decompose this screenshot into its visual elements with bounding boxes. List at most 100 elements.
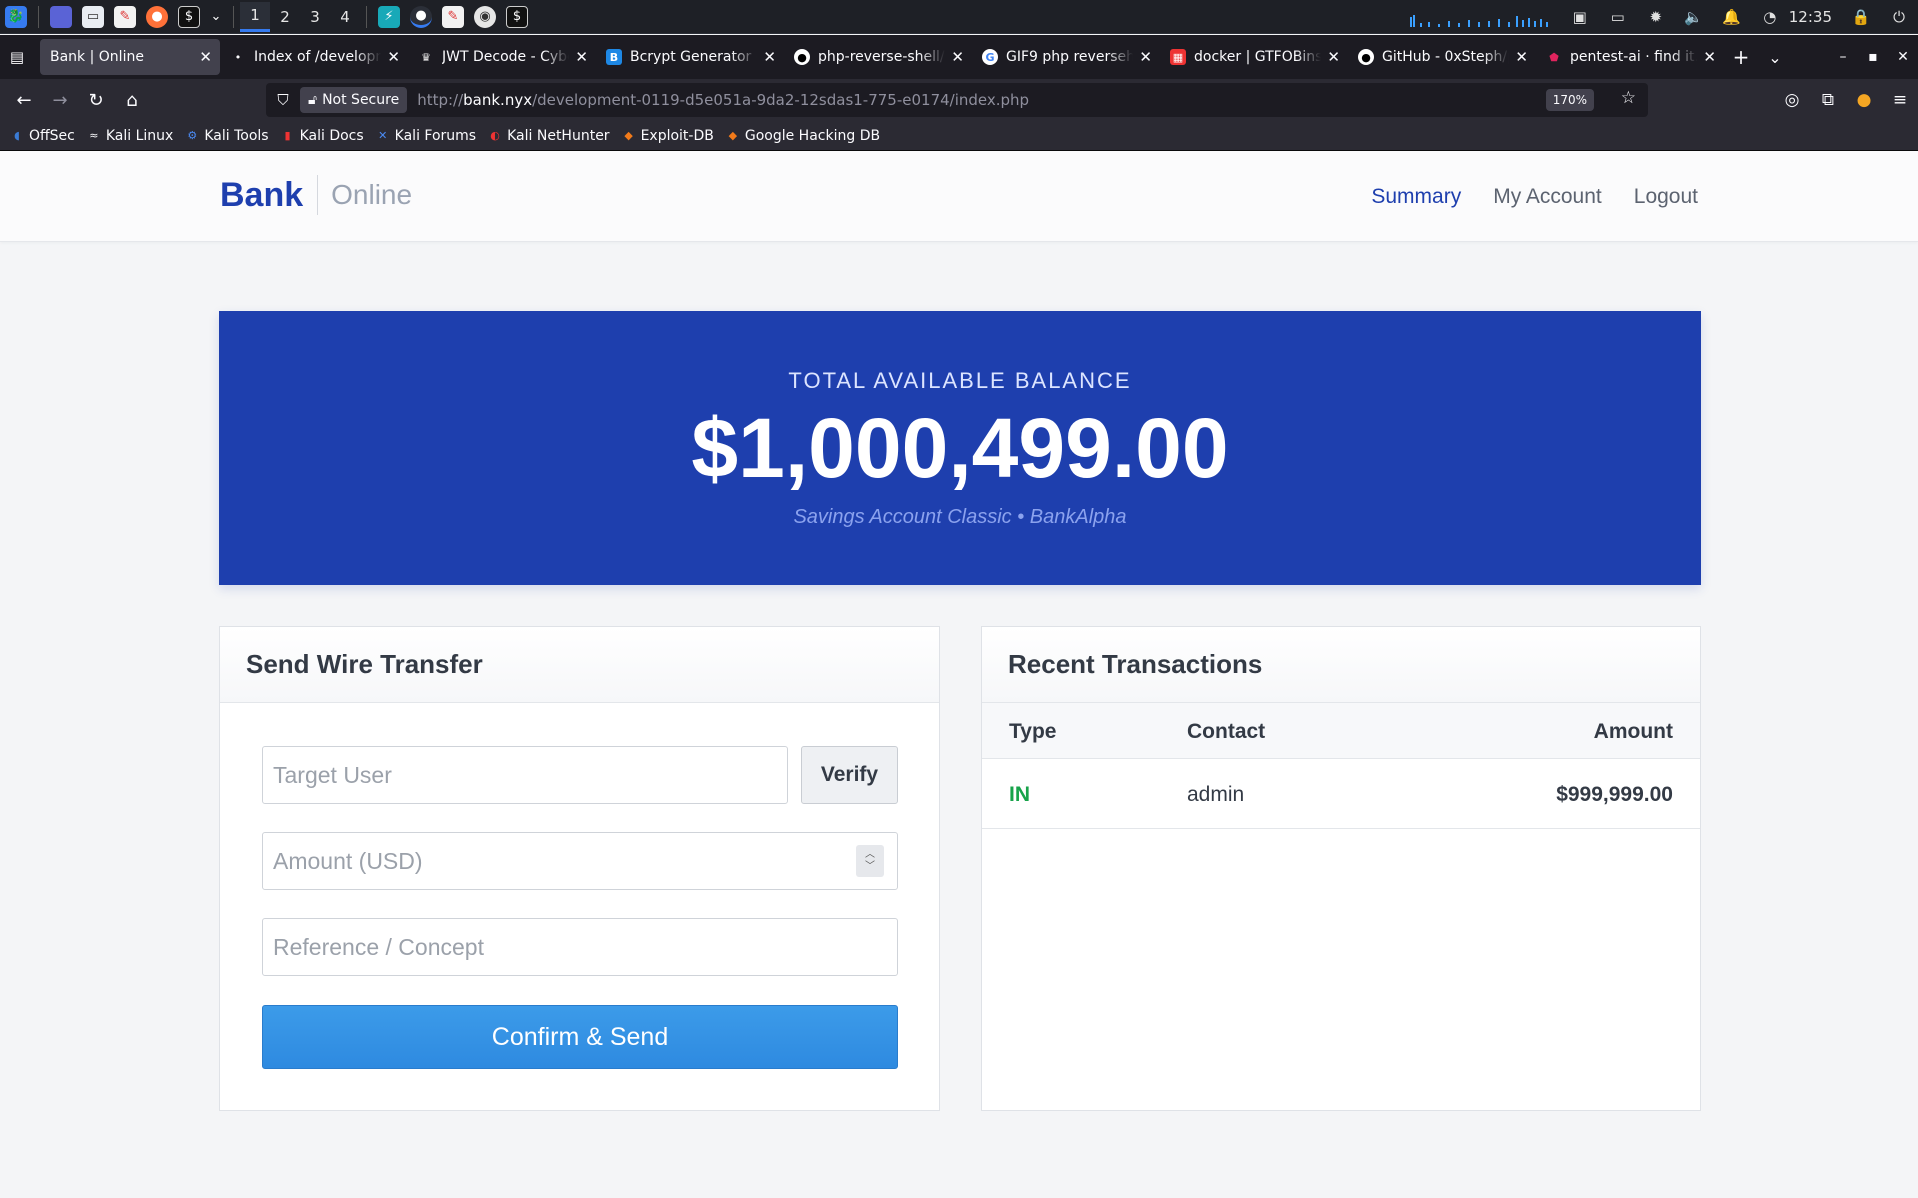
close-icon[interactable]: ✕	[199, 48, 212, 66]
nav-logout[interactable]: Logout	[1634, 185, 1698, 209]
balance-amount: $1,000,499.00	[691, 401, 1229, 495]
zoom-level[interactable]: 170%	[1545, 89, 1594, 111]
firefox-window-icon[interactable]: ●	[410, 5, 432, 28]
tab-bcrypt[interactable]: B Bcrypt Generator - I ✕	[596, 39, 784, 75]
close-icon[interactable]: ✕	[1327, 48, 1340, 66]
gtfobins-icon: ▦	[1170, 49, 1186, 65]
stepper-down-icon[interactable]: ﹀	[865, 861, 875, 873]
new-tab-plus-icon[interactable]: +	[1724, 40, 1758, 74]
tab-php-reverse-shell[interactable]: ● php-reverse-shell/p ✕	[784, 39, 972, 75]
minimize-icon[interactable]: –	[1828, 49, 1858, 65]
verify-button[interactable]: Verify	[801, 746, 898, 804]
close-icon[interactable]: ✕	[1703, 48, 1716, 66]
bcrypt-b-icon: B	[606, 49, 622, 65]
brand-online: Online	[331, 179, 413, 210]
close-icon[interactable]: ✕	[1139, 48, 1152, 66]
burp-window-icon[interactable]: ⚡	[378, 5, 400, 28]
file-manager-icon[interactable]: ▭	[82, 5, 104, 28]
display-icon[interactable]: ▭	[1608, 7, 1628, 27]
tab-title: GitHub - 0xSteph/p	[1382, 49, 1510, 65]
bookmark-offsec[interactable]: ◖ OffSec	[10, 128, 75, 144]
system-tray: ▣ ▭ ✹ 🔈 🔔 ◔ 12:35 🔒 ⏻	[1407, 0, 1918, 34]
confirm-send-button[interactable]: Confirm & Send	[262, 1005, 898, 1069]
chevron-down-icon[interactable]: ⌄	[210, 6, 222, 28]
amount-input[interactable]	[262, 832, 898, 890]
brand-bank: Bank	[220, 175, 304, 214]
firefox-view-icon[interactable]: ▤	[0, 40, 34, 74]
card-title: Recent Transactions	[1008, 649, 1263, 679]
amount-stepper[interactable]: ︿ ﹀	[856, 845, 884, 877]
kali-menu-icon[interactable]: 🐉	[5, 5, 27, 28]
close-icon[interactable]: ✕	[1515, 48, 1528, 66]
close-icon[interactable]: ✕	[387, 48, 400, 66]
firefox-launcher-icon[interactable]: ●	[146, 5, 168, 28]
kali-tools-icon: ⚙	[187, 129, 198, 142]
terminal-window-icon[interactable]: $	[506, 5, 528, 28]
settings-icon[interactable]: ✹	[1646, 7, 1666, 27]
bookmark-star-icon[interactable]: ☆	[1621, 88, 1636, 108]
clock[interactable]: 12:35	[1789, 8, 1832, 26]
bookmark-google-hacking-db[interactable]: ◆ Google Hacking DB	[726, 128, 880, 144]
stepper-up-icon[interactable]: ︿	[865, 849, 875, 861]
text-editor-icon[interactable]: ✎	[114, 5, 136, 28]
workspace-2[interactable]: 2	[270, 2, 300, 32]
tab-github-0xsteph[interactable]: ● GitHub - 0xSteph/p ✕	[1348, 39, 1536, 75]
bookmark-kali-nethunter[interactable]: ◐ Kali NetHunter	[488, 128, 609, 144]
user-icon[interactable]: ▣	[1570, 7, 1590, 27]
close-icon[interactable]: ✕	[951, 48, 964, 66]
bookmark-kali-forums[interactable]: ✕ Kali Forums	[376, 128, 476, 144]
workspace-4[interactable]: 4	[330, 2, 360, 32]
reference-input[interactable]	[262, 918, 898, 976]
url-bar[interactable]: ⛉ 🔓︎ Not Secure http://bank.nyx/developm…	[266, 83, 1648, 117]
reload-icon[interactable]: ↻	[78, 84, 114, 116]
kali-forums-icon: ✕	[378, 129, 388, 142]
close-icon[interactable]: ✕	[575, 48, 588, 66]
keepass-window-icon[interactable]: ◉	[474, 5, 496, 28]
bookmark-exploit-db[interactable]: ◆ Exploit-DB	[622, 128, 714, 144]
tab-jwt-decode[interactable]: ♛ JWT Decode - Cybe ✕	[408, 39, 596, 75]
forward-arrow-icon[interactable]: →	[42, 84, 78, 116]
extensions-icon[interactable]: ⧉	[1810, 90, 1846, 110]
notifications-icon[interactable]: 🔔	[1722, 7, 1742, 27]
volume-icon[interactable]: 🔈	[1684, 7, 1704, 27]
close-window-icon[interactable]: ✕	[1888, 49, 1918, 65]
bookmark-kali-docs[interactable]: ▮ Kali Docs	[281, 128, 364, 144]
tab-bank-online[interactable]: Bank | Online ✕	[40, 39, 220, 75]
not-secure-badge[interactable]: 🔓︎ Not Secure	[300, 87, 408, 113]
bookmark-kali-linux[interactable]: ≈ Kali Linux	[87, 128, 173, 144]
workspace-3[interactable]: 3	[300, 2, 330, 32]
tab-pentest-ai[interactable]: ⬟ pentest-ai · find it. c ✕	[1536, 39, 1724, 75]
tab-gif9[interactable]: G GIF9 php reversehs ✕	[972, 39, 1160, 75]
workspace-1[interactable]: 1	[240, 1, 270, 32]
terminal-launcher-icon[interactable]: $	[178, 5, 200, 28]
site-logo[interactable]: Bank Online	[220, 175, 412, 215]
editor-window-icon[interactable]: ✎	[442, 5, 464, 28]
lock-icon[interactable]: 🔒	[1851, 7, 1871, 27]
list-tabs-chevron-icon[interactable]: ⌄	[1758, 40, 1792, 74]
nav-summary[interactable]: Summary	[1371, 185, 1461, 209]
card-header: Recent Transactions	[982, 627, 1700, 703]
home-icon[interactable]: ⌂	[114, 84, 150, 116]
wire-transfer-card: Send Wire Transfer Verify ︿ ﹀ Confirm & …	[219, 626, 940, 1111]
foxyproxy-icon[interactable]: ●	[1846, 90, 1882, 110]
menu-hamburger-icon[interactable]: ≡	[1882, 90, 1918, 110]
bookmark-kali-tools[interactable]: ⚙ Kali Tools	[185, 128, 268, 144]
url-text[interactable]: http://bank.nyx/development-0119-d5e051a…	[417, 91, 1029, 109]
power-icon[interactable]: ⏻	[1889, 7, 1909, 27]
account-icon[interactable]: ◎	[1774, 90, 1810, 110]
chef-hat-icon: ♛	[421, 50, 431, 64]
github-icon: ●	[794, 49, 810, 65]
tab-index-of[interactable]: • Index of /developm ✕	[220, 39, 408, 75]
target-user-input[interactable]	[262, 746, 788, 804]
tracking-shield-icon[interactable]: ⛉	[266, 91, 300, 109]
maximize-icon[interactable]: ▪	[1858, 49, 1888, 65]
close-icon[interactable]: ✕	[763, 48, 776, 66]
back-arrow-icon[interactable]: ←	[6, 84, 42, 116]
tab-gtfobins[interactable]: ▦ docker | GTFOBins ✕	[1160, 39, 1348, 75]
github-icon: ●	[1358, 49, 1374, 65]
card-header: Send Wire Transfer	[220, 627, 939, 703]
kali-dragon-icon: ≈	[89, 129, 99, 142]
show-desktop-icon[interactable]	[50, 5, 72, 28]
nav-my-account[interactable]: My Account	[1493, 185, 1602, 209]
table-row: IN admin $999,999.00	[982, 759, 1700, 829]
